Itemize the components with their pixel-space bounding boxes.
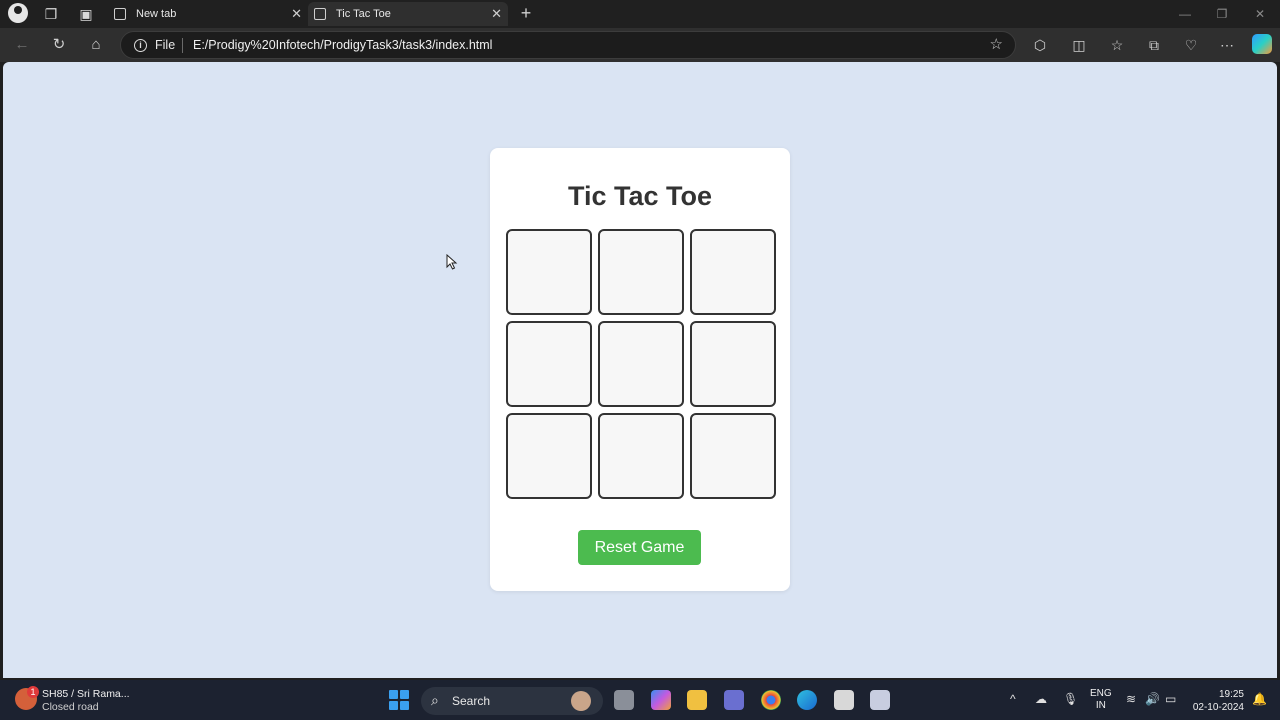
- board-cell-8[interactable]: [598, 413, 684, 499]
- board-cell-5[interactable]: [598, 321, 684, 407]
- tab-actions-icon[interactable]: ▣: [76, 4, 96, 24]
- tab-title: Tic Tac Toe: [336, 8, 391, 20]
- board-cell-4[interactable]: [506, 321, 592, 407]
- clock-date: 02-10-2024: [1192, 702, 1244, 713]
- store-icon[interactable]: [834, 690, 854, 710]
- system-clock[interactable]: 19:25 02-10-2024: [1192, 688, 1244, 714]
- active-app-icon[interactable]: [870, 690, 890, 710]
- close-window-button[interactable]: ✕: [1245, 4, 1275, 24]
- minimize-button[interactable]: —: [1170, 4, 1200, 24]
- search-icon: ⌕: [431, 692, 439, 708]
- extensions-icon[interactable]: ⬡: [1029, 34, 1051, 56]
- new-tab-page-icon: [114, 8, 126, 20]
- edge-icon[interactable]: [797, 690, 817, 710]
- favorites-icon[interactable]: ☆: [1106, 34, 1128, 56]
- search-label: Search: [452, 694, 491, 708]
- game-card: Tic Tac Toe Reset Game: [490, 148, 790, 591]
- browser-essentials-icon[interactable]: ♡: [1180, 34, 1202, 56]
- address-bar[interactable]: i File E:/Prodigy%20Infotech/ProdigyTask…: [120, 31, 1016, 59]
- site-info-icon[interactable]: i: [134, 39, 147, 52]
- wifi-icon[interactable]: ≋: [1126, 692, 1136, 706]
- notification-badge: 1: [27, 686, 39, 698]
- file-explorer-icon[interactable]: [687, 690, 707, 710]
- mouse-cursor-icon: [446, 254, 458, 270]
- language-indicator[interactable]: ENG IN: [1090, 688, 1112, 712]
- document-icon: [314, 8, 326, 20]
- game-board: [506, 229, 776, 499]
- favorite-star-icon[interactable]: ☆: [990, 35, 1003, 53]
- microphone-icon[interactable]: 🎙: [1063, 692, 1078, 706]
- widget-subtitle[interactable]: Closed road: [42, 701, 99, 713]
- board-cell-3[interactable]: [690, 229, 776, 315]
- task-view-icon[interactable]: [614, 690, 634, 710]
- taskbar-search[interactable]: ⌕ Search: [421, 687, 603, 715]
- more-menu-icon[interactable]: ⋯: [1216, 34, 1238, 56]
- tab-tic-tac-toe[interactable]: Tic Tac Toe ✕: [308, 2, 508, 26]
- page-title: Tic Tac Toe: [567, 181, 713, 211]
- show-hidden-icons-icon[interactable]: ^: [1010, 692, 1016, 706]
- board-cell-7[interactable]: [506, 413, 592, 499]
- widget-title[interactable]: SH85 / Sri Rama...: [42, 688, 130, 700]
- collections-icon[interactable]: ⧉: [1143, 34, 1165, 56]
- tab-new-tab[interactable]: New tab ✕: [108, 2, 308, 26]
- back-button[interactable]: ←: [11, 34, 33, 56]
- split-screen-icon[interactable]: ◫: [1068, 34, 1090, 56]
- search-highlight-icon: [571, 691, 591, 711]
- close-tab-icon[interactable]: ✕: [491, 2, 502, 26]
- notifications-bell-icon[interactable]: 🔔: [1252, 692, 1267, 706]
- board-cell-6[interactable]: [690, 321, 776, 407]
- browser-titlebar: ❐ ▣ New tab ✕ Tic Tac Toe ✕ + — ❐ ✕: [0, 0, 1280, 28]
- windows-start-icon[interactable]: [389, 690, 409, 710]
- home-button[interactable]: ⌂: [85, 34, 107, 56]
- taskbar: 1 SH85 / Sri Rama... Closed road ⌕ Searc…: [0, 680, 1280, 720]
- board-cell-1[interactable]: [506, 229, 592, 315]
- profile-avatar-icon[interactable]: [8, 3, 28, 23]
- maximize-button[interactable]: ❐: [1207, 4, 1237, 24]
- chrome-icon[interactable]: [761, 690, 781, 710]
- page-viewport: Tic Tac Toe Reset Game: [3, 62, 1277, 678]
- language-code: ENG: [1090, 688, 1112, 699]
- workspaces-icon[interactable]: ❐: [41, 4, 61, 24]
- reset-game-button[interactable]: Reset Game: [578, 530, 701, 565]
- volume-icon[interactable]: 🔊: [1145, 692, 1160, 706]
- copilot-icon[interactable]: [1252, 34, 1272, 54]
- tab-title: New tab: [136, 8, 177, 20]
- scheme-label: File: [155, 38, 176, 52]
- refresh-button[interactable]: ↻: [48, 34, 70, 56]
- clock-time: 19:25: [1218, 689, 1244, 700]
- region-code: IN: [1095, 700, 1106, 711]
- board-cell-2[interactable]: [598, 229, 684, 315]
- close-tab-icon[interactable]: ✕: [291, 2, 302, 26]
- address-separator: [182, 38, 183, 53]
- battery-icon[interactable]: ▭: [1165, 692, 1176, 706]
- board-cell-9[interactable]: [690, 413, 776, 499]
- browser-toolbar: ← ↻ ⌂ i File E:/Prodigy%20Infotech/Prodi…: [0, 28, 1280, 62]
- new-tab-button[interactable]: +: [516, 2, 536, 26]
- url-text[interactable]: E:/Prodigy%20Infotech/ProdigyTask3/task3…: [193, 38, 492, 52]
- teams-icon[interactable]: [724, 690, 744, 710]
- onedrive-icon[interactable]: ☁: [1035, 692, 1047, 706]
- copilot-app-icon[interactable]: [651, 690, 671, 710]
